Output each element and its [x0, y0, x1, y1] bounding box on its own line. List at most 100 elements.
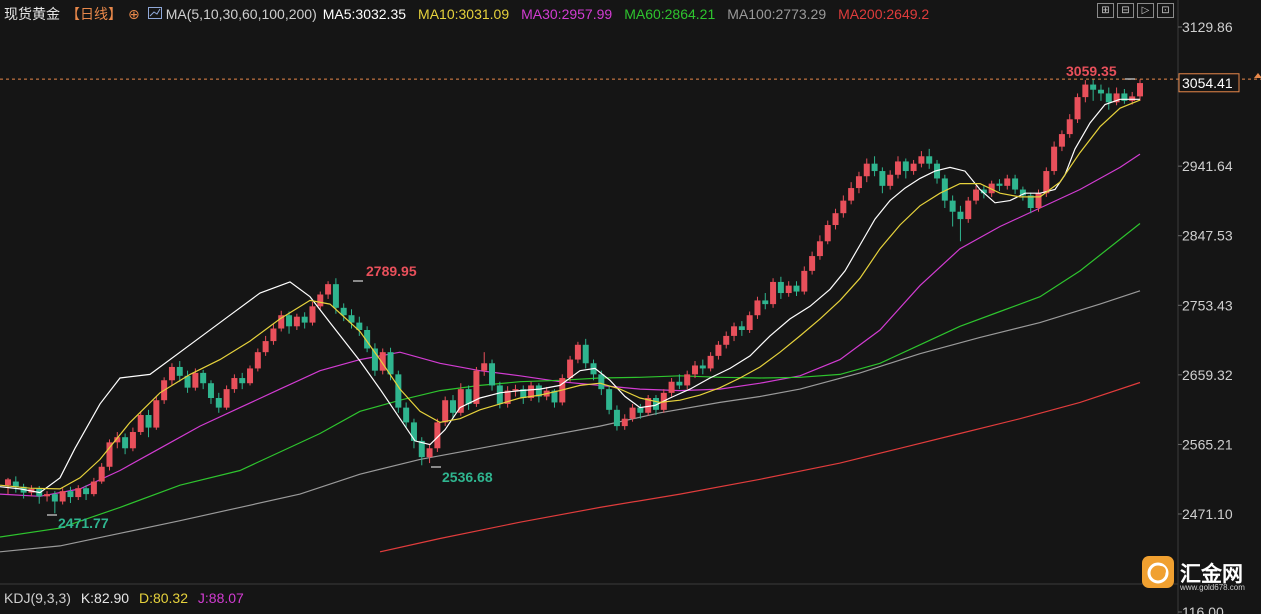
- candle-body: [51, 494, 58, 502]
- candle-body: [67, 491, 74, 498]
- candle-body: [902, 161, 909, 172]
- candle-body: [332, 284, 339, 308]
- candle-body: [848, 188, 855, 201]
- candle-body: [793, 285, 800, 292]
- candle-body: [692, 365, 699, 375]
- brand-logo: 汇金网 www.gold678.com: [1142, 556, 1260, 596]
- candle-body: [629, 407, 636, 419]
- candle-body: [1051, 146, 1058, 172]
- candle-body: [44, 494, 51, 497]
- candle-body: [574, 344, 581, 360]
- chart-toolbar: ⊞ ⊟ ▷ ⊡: [1097, 3, 1174, 18]
- y-tick-label: 116.00: [1182, 604, 1224, 614]
- ma-line-ma10: [0, 99, 1141, 490]
- candle-body: [1074, 97, 1081, 120]
- candle-body: [317, 294, 324, 307]
- candle-body: [5, 479, 11, 486]
- candle-body: [621, 418, 628, 427]
- candle-body: [809, 256, 816, 271]
- candle-body: [192, 372, 199, 388]
- ma-line-ma5: [0, 98, 1140, 494]
- candle-body: [489, 363, 496, 386]
- candle-body: [481, 363, 488, 371]
- candle-body: [871, 163, 878, 172]
- candle-body: [973, 189, 980, 201]
- candle-body: [770, 281, 777, 305]
- candle-body: [426, 448, 433, 458]
- y-tick-label: 2471.10: [1182, 506, 1233, 522]
- candle-body: [223, 389, 230, 408]
- ma-chart-icon: [147, 7, 162, 19]
- candle-body: [996, 183, 1003, 186]
- ma-value-2: MA30:2957.99: [521, 6, 613, 22]
- candle-body: [707, 355, 714, 369]
- period-label[interactable]: 【日线】: [66, 4, 122, 24]
- settings-icon[interactable]: ⊕: [128, 6, 140, 23]
- candle-body: [301, 316, 308, 323]
- candle-body: [746, 315, 753, 330]
- ma-indicator-icon[interactable]: [147, 6, 162, 22]
- candle-body: [887, 174, 894, 186]
- candle-body: [910, 163, 917, 172]
- candle-body: [777, 281, 784, 294]
- candle-body: [1129, 96, 1136, 101]
- toolbar-button-3[interactable]: ⊡: [1157, 3, 1174, 18]
- candle-body: [879, 171, 886, 186]
- candle-body: [325, 284, 332, 295]
- candle-body: [286, 315, 293, 327]
- y-tick-label: 2659.32: [1182, 367, 1233, 383]
- candle-body: [98, 466, 105, 482]
- candle-body: [606, 389, 613, 410]
- candle-body: [403, 407, 410, 423]
- price-marker-icon: [1254, 73, 1261, 78]
- kdj-j: J:88.07: [197, 590, 244, 606]
- candle-body: [637, 407, 644, 413]
- candle-body: [449, 400, 456, 413]
- candle-body: [410, 422, 417, 441]
- candle-body: [129, 432, 136, 449]
- kdj-k: K:82.90: [80, 590, 130, 606]
- toolbar-button-1[interactable]: ⊟: [1117, 3, 1134, 18]
- ma-setting-label: MA(5,10,30,60,100,200): [165, 6, 317, 22]
- candle-body: [137, 415, 144, 433]
- candle-body: [894, 161, 901, 175]
- toolbar-button-2[interactable]: ▷: [1137, 3, 1154, 18]
- current-price-label: 3054.41: [1182, 75, 1233, 91]
- candle-body: [254, 352, 261, 369]
- candle-body: [496, 385, 503, 404]
- candle-body: [207, 383, 214, 399]
- ma-value-5: MA200:2649.2: [838, 6, 930, 22]
- candle-body: [863, 163, 870, 177]
- candle-body: [965, 200, 972, 220]
- brand-url: www.gold678.com: [1180, 583, 1245, 592]
- candle-body: [1097, 89, 1104, 94]
- candle-body: [395, 374, 402, 408]
- candle-body: [762, 300, 769, 305]
- candle-body: [83, 488, 90, 495]
- annotation-label: 2471.77: [58, 515, 109, 531]
- candle-body: [168, 366, 175, 381]
- candle-body: [957, 211, 964, 220]
- ma-value-1: MA10:3031.09: [418, 6, 510, 22]
- candle-body: [90, 481, 97, 495]
- symbol-label: 现货黄金: [4, 6, 60, 22]
- candle-body: [723, 335, 730, 345]
- logo-badge: [1142, 556, 1174, 588]
- candle-body: [465, 389, 472, 404]
- candle-body: [1035, 193, 1042, 209]
- annotation-label: 2789.95: [366, 263, 417, 279]
- candle-body: [567, 359, 574, 379]
- candle-body: [1043, 171, 1050, 194]
- candle-body: [293, 316, 300, 327]
- candle-body: [59, 491, 66, 502]
- candle-body: [855, 176, 862, 189]
- candle-body: [1012, 178, 1019, 190]
- candle-body: [200, 372, 207, 384]
- candle-body: [215, 398, 222, 408]
- candle-body: [12, 481, 19, 487]
- candlestick-chart[interactable]: 3129.86 2941.64 2847.53 2753.43 2659.32 2565.…: [0, 0, 1261, 614]
- ma-values: MA5:3032.35 MA10:3031.09 MA30:2957.99 MA60:…: [323, 6, 941, 22]
- kdj-d: D:80.32: [138, 590, 189, 606]
- candle-body: [582, 344, 589, 364]
- toolbar-button-0[interactable]: ⊞: [1097, 3, 1114, 18]
